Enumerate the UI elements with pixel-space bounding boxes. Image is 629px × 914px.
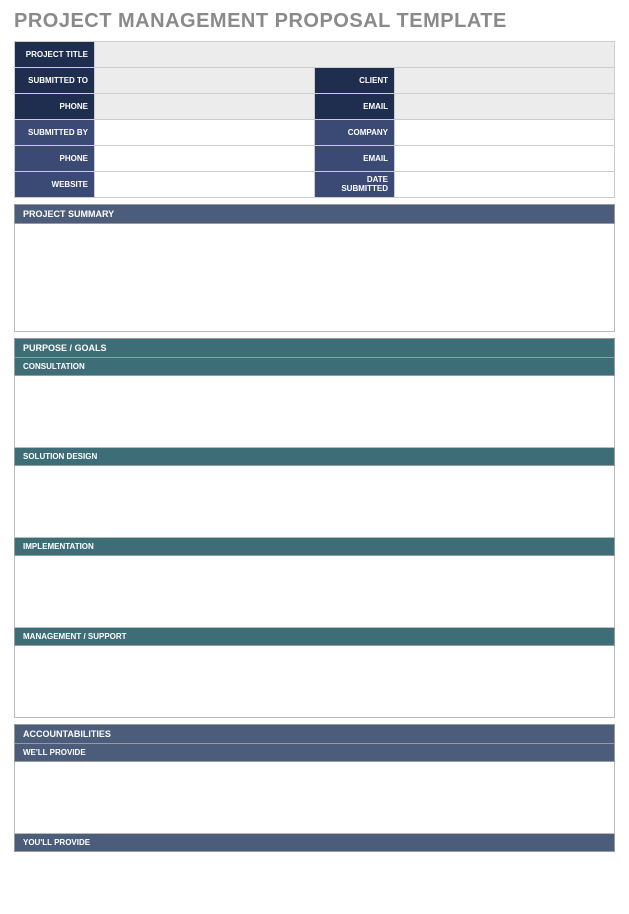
client-label: CLIENT (315, 68, 395, 94)
submitted-by-field[interactable] (95, 120, 315, 146)
submitted-to-label: SUBMITTED TO (15, 68, 95, 94)
consultation-body[interactable] (14, 376, 615, 448)
project-summary-body[interactable] (14, 224, 615, 332)
phone-by-field[interactable] (95, 146, 315, 172)
phone-to-label: PHONE (15, 94, 95, 120)
page-title: PROJECT MANAGEMENT PROPOSAL TEMPLATE (14, 10, 615, 33)
website-field[interactable] (95, 172, 315, 198)
submitted-by-label: SUBMITTED BY (15, 120, 95, 146)
company-field[interactable] (395, 120, 615, 146)
date-submitted-field[interactable] (395, 172, 615, 198)
management-support-label: MANAGEMENT / SUPPORT (14, 628, 615, 646)
accountabilities-section: ACCOUNTABILITIES WE'LL PROVIDE YOU'LL PR… (14, 724, 615, 852)
header-table: PROJECT TITLE SUBMITTED TO CLIENT PHONE … (14, 41, 615, 198)
submitted-to-field[interactable] (95, 68, 315, 94)
project-title-field[interactable] (95, 42, 615, 68)
project-summary-header: PROJECT SUMMARY (14, 204, 615, 224)
youll-provide-label: YOU'LL PROVIDE (14, 834, 615, 852)
email-to-field[interactable] (395, 94, 615, 120)
client-field[interactable] (395, 68, 615, 94)
management-support-body[interactable] (14, 646, 615, 718)
project-title-label: PROJECT TITLE (15, 42, 95, 68)
solution-design-label: SOLUTION DESIGN (14, 448, 615, 466)
implementation-label: IMPLEMENTATION (14, 538, 615, 556)
email-by-label: EMAIL (315, 146, 395, 172)
well-provide-body[interactable] (14, 762, 615, 834)
project-summary-section: PROJECT SUMMARY (14, 204, 615, 332)
phone-to-field[interactable] (95, 94, 315, 120)
purpose-goals-header: PURPOSE / GOALS (14, 338, 615, 358)
company-label: COMPANY (315, 120, 395, 146)
phone-by-label: PHONE (15, 146, 95, 172)
website-label: WEBSITE (15, 172, 95, 198)
solution-design-body[interactable] (14, 466, 615, 538)
email-by-field[interactable] (395, 146, 615, 172)
purpose-goals-section: PURPOSE / GOALS CONSULTATION SOLUTION DE… (14, 338, 615, 718)
date-submitted-label: DATE SUBMITTED (315, 172, 395, 198)
accountabilities-header: ACCOUNTABILITIES (14, 724, 615, 744)
consultation-label: CONSULTATION (14, 358, 615, 376)
well-provide-label: WE'LL PROVIDE (14, 744, 615, 762)
email-to-label: EMAIL (315, 94, 395, 120)
implementation-body[interactable] (14, 556, 615, 628)
